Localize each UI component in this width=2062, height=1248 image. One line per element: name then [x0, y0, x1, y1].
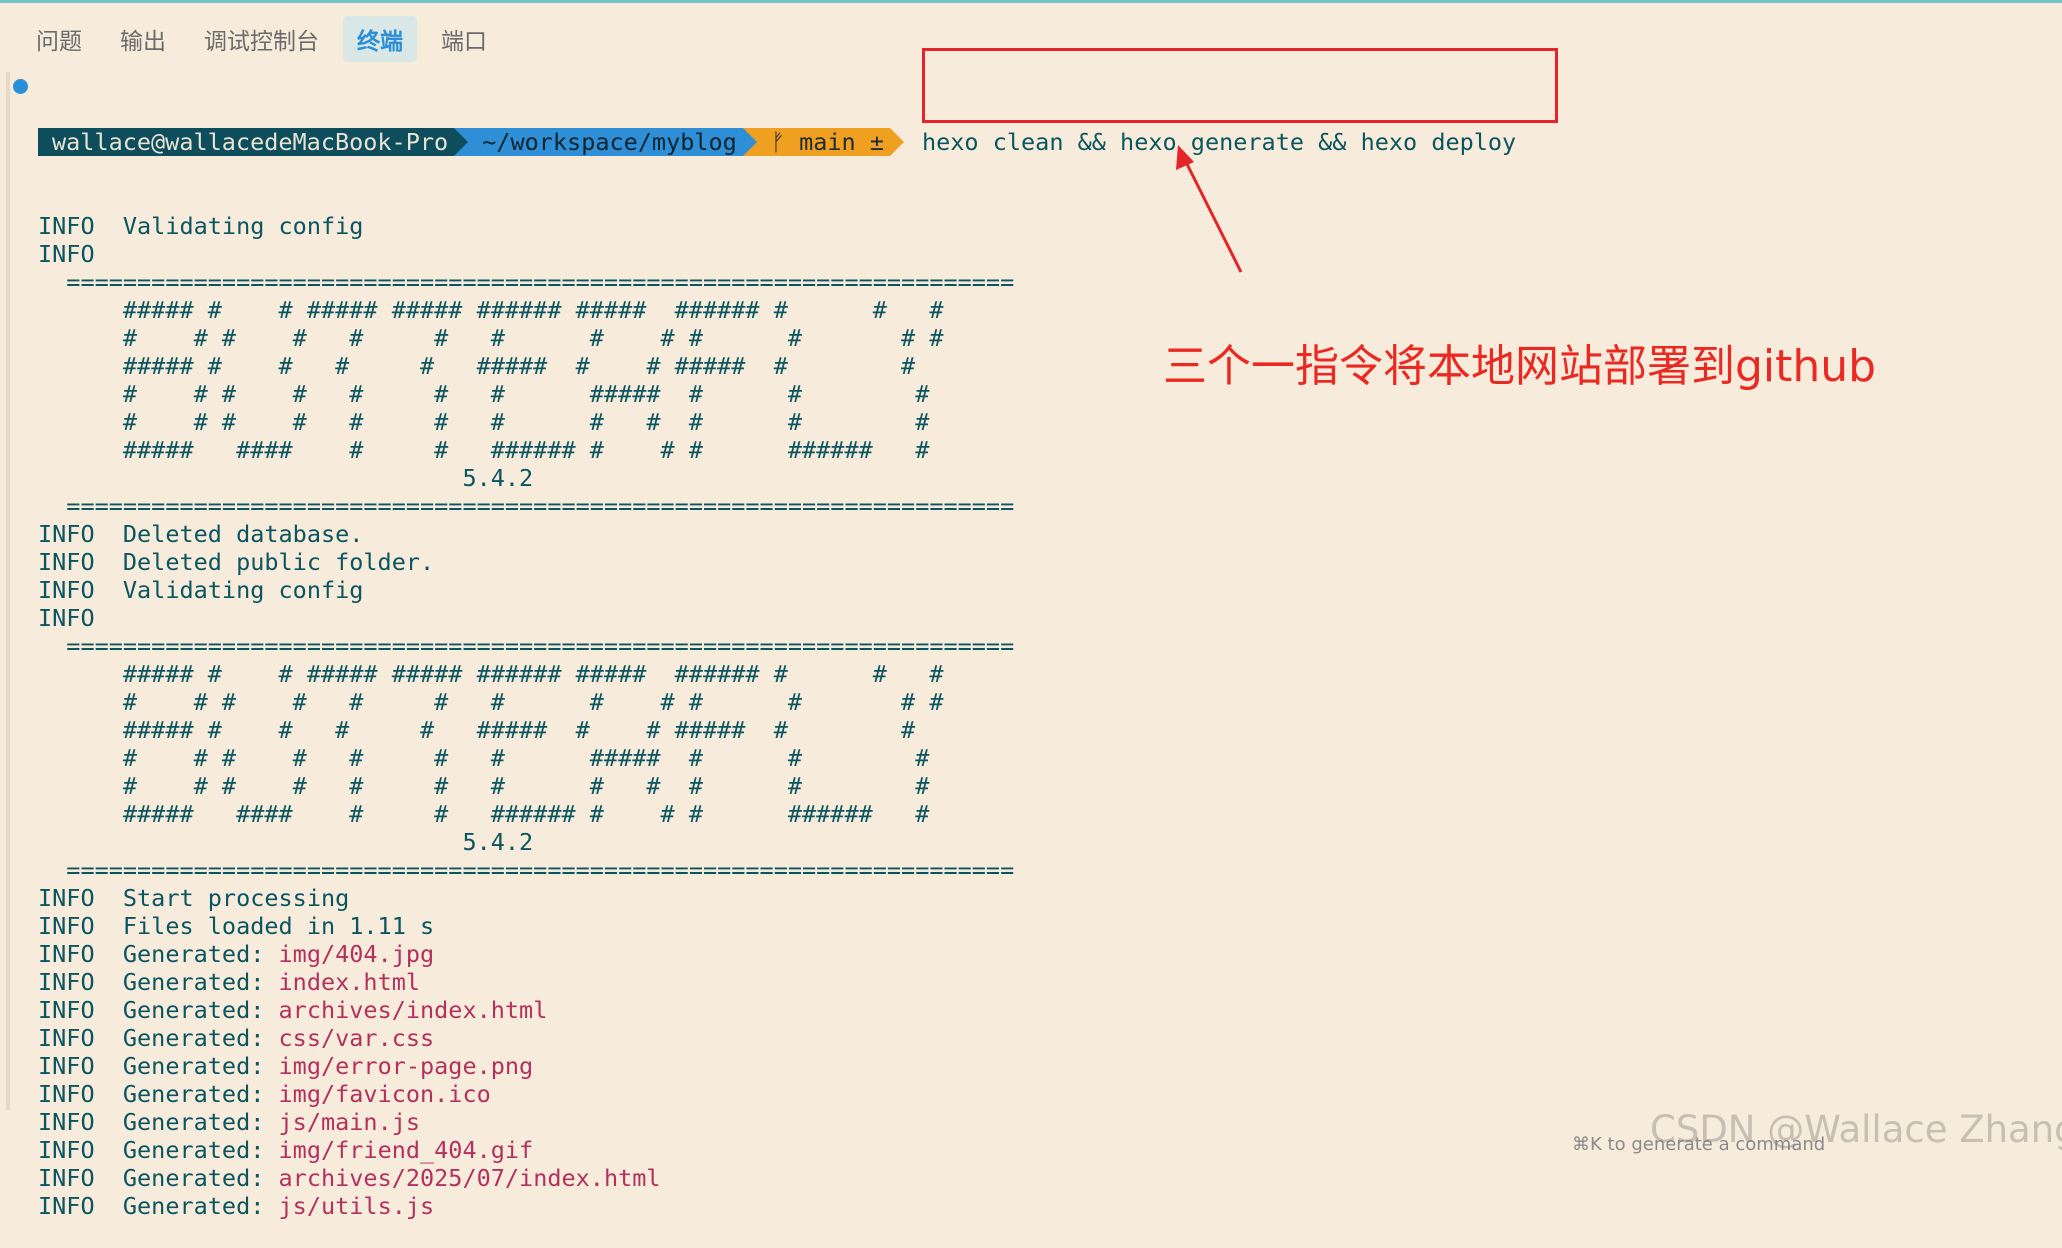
log-prefix: INFO Generated:	[38, 1192, 279, 1220]
annotation-label: 三个一指令将本地网站部署到github	[1163, 341, 1877, 392]
generated-file-path: archives/2025/07/index.html	[278, 1164, 661, 1192]
annotation-arrow-icon	[1176, 145, 1243, 273]
generated-file-path: js/utils.js	[278, 1192, 435, 1220]
watermark: CSDN @Wallace Zhang	[1650, 1108, 2062, 1151]
log-prefix: INFO Generated:	[38, 1164, 279, 1192]
generated-log-line: INFO Generated: archives/2025/07/index.h…	[38, 1164, 1078, 1192]
generated-log-line: INFO Generated: js/utils.js	[38, 1192, 1078, 1220]
